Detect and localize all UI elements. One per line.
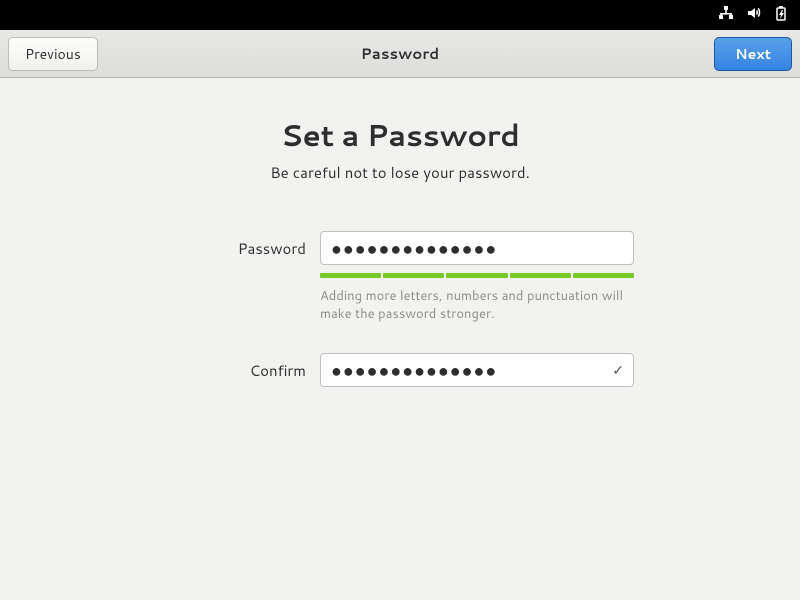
system-topbar <box>0 0 800 30</box>
header-bar: Previous Password Next <box>0 30 800 78</box>
confirm-label: Confirm <box>150 360 320 381</box>
checkmark-icon: ✓ <box>612 360 624 380</box>
strength-segment <box>446 273 507 278</box>
main-content: Set a Password Be careful not to lose yo… <box>0 78 800 395</box>
password-strength-meter <box>320 273 634 278</box>
next-button[interactable]: Next <box>714 37 792 71</box>
previous-button[interactable]: Previous <box>8 37 98 71</box>
page-title: Set a Password <box>281 113 520 156</box>
strength-segment <box>383 273 444 278</box>
password-strength-hint: Adding more letters, numbers and punctua… <box>320 288 634 323</box>
password-input[interactable] <box>320 231 634 265</box>
password-label: Password <box>150 238 320 259</box>
strength-segment <box>510 273 571 278</box>
volume-icon[interactable] <box>746 4 762 27</box>
password-form: Password Adding more letters, numbers an… <box>150 231 650 395</box>
network-icon[interactable] <box>718 4 734 27</box>
strength-segment <box>573 273 634 278</box>
battery-icon[interactable] <box>774 4 790 27</box>
page-subtitle: Be careful not to lose your password. <box>270 162 530 183</box>
confirm-input[interactable] <box>320 353 634 387</box>
header-title: Password <box>0 43 800 64</box>
strength-segment <box>320 273 381 278</box>
